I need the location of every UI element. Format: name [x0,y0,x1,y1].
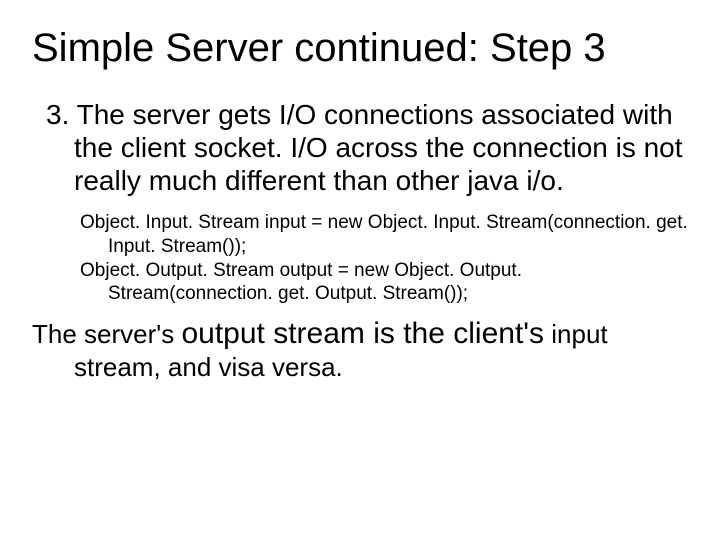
body-paragraph-text: 3. The server gets I/O connections assoc… [32,98,688,197]
slide-title: Simple Server continued: Step 3 [32,26,688,70]
code-line-2: Object. Output. Stream output = new Obje… [80,259,688,307]
code-line-1: Object. Input. Stream input = new Object… [80,211,688,259]
body-paragraph: 3. The server gets I/O connections assoc… [32,98,688,197]
slide: Simple Server continued: Step 3 3. The s… [0,0,720,540]
code-block: Object. Input. Stream input = new Object… [32,211,688,306]
closing-emphasis: output stream is the client's [181,317,544,350]
closing-paragraph: The server's output stream is the client… [32,316,688,383]
closing-prefix: The server's [32,319,181,349]
